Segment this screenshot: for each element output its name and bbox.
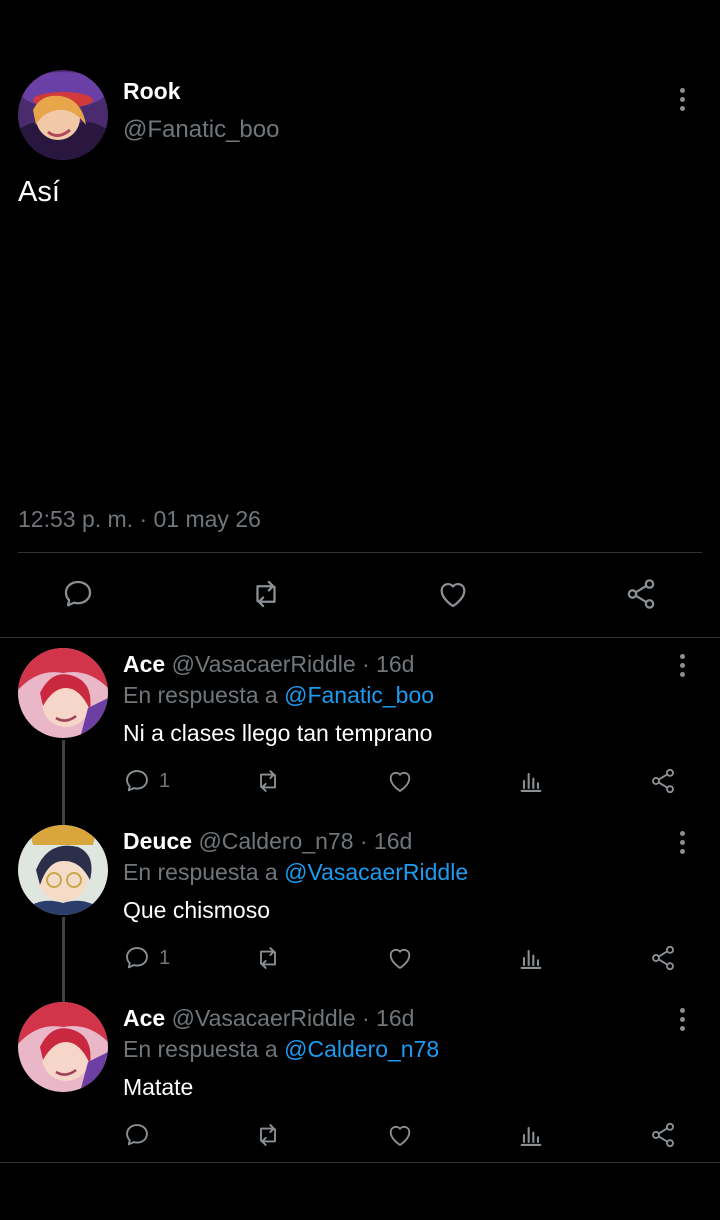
retweet-icon[interactable] (254, 1120, 282, 1150)
reply-button[interactable]: 1 (123, 943, 170, 973)
mention-link[interactable]: @Fanatic_boo (284, 682, 434, 708)
avatar[interactable] (18, 70, 108, 160)
divider (0, 1162, 720, 1163)
author-meta[interactable]: @Caldero_n78 · 16d (198, 828, 412, 854)
more-options-icon[interactable] (670, 1007, 694, 1031)
retweet-icon[interactable] (248, 576, 284, 612)
reply-text: Ni a clases llego tan temprano (123, 720, 433, 746)
reply-text: Matate (123, 1074, 194, 1100)
avatar-image (18, 70, 108, 160)
reply-header: Ace @VasacaerRiddle · 16d (123, 1005, 414, 1032)
reply-prefix: En respuesta a (123, 1036, 285, 1062)
avatar-image (18, 825, 108, 915)
avatar[interactable] (18, 1002, 108, 1092)
more-options-icon[interactable] (670, 87, 694, 111)
retweet-icon[interactable] (254, 943, 282, 973)
author-name[interactable]: Rook (123, 78, 181, 105)
divider (18, 552, 702, 553)
reply-icon (126, 770, 148, 792)
reply-prefix: En respuesta a (123, 859, 285, 885)
tweet-timestamp[interactable]: 12:53 p. m. · 01 may 26 (18, 506, 261, 533)
tweet-text: Así (18, 176, 60, 208)
reply-button[interactable]: 1 (123, 766, 170, 796)
mention-link[interactable]: @Caldero_n78 (284, 1036, 439, 1062)
reply-text: Que chismoso (123, 897, 271, 923)
reply-item[interactable]: Ace @VasacaerRiddle · 16d En respuesta a… (0, 992, 720, 1162)
avatar-image (18, 648, 108, 738)
reply-context: En respuesta a @VasacaerRiddle (123, 859, 468, 886)
avatar[interactable] (18, 648, 108, 738)
share-icon[interactable] (649, 766, 677, 796)
like-icon[interactable] (435, 576, 471, 612)
share-icon[interactable] (649, 943, 677, 973)
more-options-icon[interactable] (670, 830, 694, 854)
author-handle[interactable]: @Fanatic_boo (123, 116, 279, 144)
analytics-icon[interactable] (517, 943, 545, 973)
reply-count: 1 (159, 946, 171, 969)
share-icon[interactable] (649, 1120, 677, 1150)
reply-context: En respuesta a @Caldero_n78 (123, 1036, 439, 1063)
like-icon[interactable] (386, 766, 414, 796)
retweet-icon[interactable] (254, 766, 282, 796)
avatar[interactable] (18, 825, 108, 915)
reply-prefix: En respuesta a (123, 682, 285, 708)
analytics-icon[interactable] (517, 1120, 545, 1150)
reply-header: Deuce @Caldero_n78 · 16d (123, 828, 412, 855)
reply-item[interactable]: Ace @VasacaerRiddle · 16d En respuesta a… (0, 638, 720, 816)
author-name[interactable]: Ace (123, 1005, 165, 1031)
main-tweet: Rook @Fanatic_boo Así 12:53 p. m. · 01 m… (0, 0, 720, 638)
avatar-image (18, 1002, 108, 1092)
more-options-icon[interactable] (670, 653, 694, 677)
share-icon[interactable] (623, 576, 659, 612)
author-name[interactable]: Deuce (123, 828, 192, 854)
reply-count: 1 (159, 769, 171, 792)
reply-icon (126, 1124, 148, 1146)
reply-header: Ace @VasacaerRiddle · 16d (123, 651, 414, 678)
reply-icon[interactable] (60, 576, 96, 612)
author-name[interactable]: Ace (123, 651, 165, 677)
reply-context: En respuesta a @Fanatic_boo (123, 682, 434, 709)
reply-button[interactable] (123, 1120, 159, 1150)
reply-item[interactable]: Deuce @Caldero_n78 · 16d En respuesta a … (0, 815, 720, 993)
like-icon[interactable] (386, 1120, 414, 1150)
like-icon[interactable] (386, 943, 414, 973)
mention-link[interactable]: @VasacaerRiddle (284, 859, 468, 885)
author-meta[interactable]: @VasacaerRiddle · 16d (172, 1005, 415, 1031)
analytics-icon[interactable] (517, 766, 545, 796)
reply-icon (126, 947, 148, 969)
author-meta[interactable]: @VasacaerRiddle · 16d (172, 651, 415, 677)
